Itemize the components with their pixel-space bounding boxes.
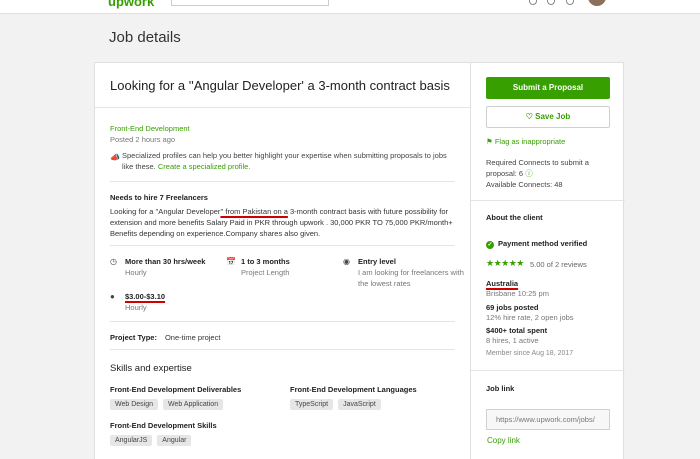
divider [471, 200, 625, 201]
calendar-icon: 📅 [226, 257, 236, 266]
length-title: 1 to 3 months [241, 257, 290, 266]
total-spent: $400+ total spent [486, 326, 548, 335]
divider [110, 321, 455, 322]
heart-icon: ♡ [525, 112, 533, 121]
divider [110, 349, 455, 350]
hourly-rate: ● $3.00-$3.10 Hourly [110, 292, 230, 316]
project-length: 📅 1 to 3 months Project Length [226, 257, 336, 281]
upwork-logo[interactable]: upwork [108, 0, 154, 9]
hours-title: More than 30 hrs/week [125, 257, 206, 266]
job-link-heading: Job link [486, 384, 515, 393]
member-since: Member since Aug 18, 2017 [486, 350, 574, 357]
brain-icon: ◉ [343, 257, 350, 266]
search-input[interactable] [171, 0, 329, 6]
save-job-label: Save Job [535, 112, 571, 121]
hires: 8 hires, 1 active [486, 336, 539, 345]
save-job-button[interactable]: ♡ Save Job [486, 106, 610, 128]
skill-tag[interactable]: AngularJS [110, 435, 153, 446]
experience-level: ◉ Entry level I am looking for freelance… [343, 257, 468, 293]
required-connects: Required Connects to submit a proposal: … [486, 158, 589, 178]
flag-inappropriate-link[interactable]: ⚑ Flag as inappropriate [486, 137, 565, 146]
skill-tag[interactable]: Web Application [163, 399, 224, 410]
payment-verified-label: Payment method verified [498, 239, 588, 248]
rating-stars: ★★★★★ [486, 258, 524, 268]
megaphone-icon: 📣 [110, 153, 120, 162]
jobs-posted: 69 jobs posted [486, 303, 539, 312]
job-main-column: Looking for a ''Angular Developer' a 3-m… [95, 63, 471, 459]
posted-time: Posted 2 hours ago [110, 135, 176, 144]
page-title: Job details [109, 29, 181, 46]
skill-tag[interactable]: TypeScript [290, 399, 334, 410]
divider [471, 370, 625, 371]
flag-label: Flag as inappropriate [494, 137, 566, 146]
project-type: Project Type: One-time project [110, 333, 220, 342]
client-jobs: 69 jobs posted 12% hire rate, 2 open job… [486, 303, 574, 323]
hire-rate: 12% hire rate, 2 open jobs [486, 313, 574, 322]
job-category[interactable]: Front-End Development [110, 124, 190, 133]
project-type-label: Project Type: [110, 333, 157, 342]
level-title: Entry level [358, 257, 396, 266]
rate-sub: Hourly [125, 303, 147, 312]
skill-tag[interactable]: Web Design [110, 399, 159, 410]
client-spend: $400+ total spent 8 hires, 1 active [486, 326, 547, 346]
freelancers-needed: Needs to hire 7 Freelancers [110, 193, 208, 202]
help-icon[interactable] [529, 0, 537, 5]
notifications-icon[interactable] [566, 0, 574, 5]
flag-icon: ⚑ [486, 137, 493, 146]
connects-info: Required Connects to submit a proposal: … [486, 157, 616, 190]
rating-text: 5.00 of 2 reviews [530, 260, 587, 269]
length-sub: Project Length [241, 268, 290, 277]
description-underlined-text: '' from Pakistan on a [220, 207, 288, 216]
available-connects: Available Connects: 48 [486, 180, 563, 189]
divider [95, 107, 470, 108]
check-circle-icon: ✓ [486, 241, 494, 249]
job-details-card: Looking for a ''Angular Developer' a 3-m… [94, 62, 625, 459]
submit-proposal-button[interactable]: Submit a Proposal [486, 77, 610, 99]
skill-group-languages: Front-End Development Languages TypeScri… [290, 385, 417, 410]
project-type-value: One-time project [164, 333, 221, 342]
hours-sub: Hourly [125, 268, 147, 277]
job-sidebar: Submit a Proposal ♡ Save Job ⚑ Flag as i… [471, 63, 625, 459]
job-description: Looking for a ''Angular Developer'' from… [110, 206, 460, 239]
tag-icon: ● [110, 292, 115, 301]
description-text-start: Looking for a ''Angular Developer [110, 207, 221, 216]
clock-icon: ◷ [110, 257, 117, 266]
messages-icon[interactable] [547, 0, 555, 5]
skill-group-skills: Front-End Development Skills AngularJS An… [110, 421, 217, 446]
info-icon[interactable]: ⓘ [525, 169, 533, 178]
divider [110, 181, 455, 182]
divider [110, 245, 455, 246]
create-specialized-profile-link[interactable]: Create a specialized profile. [158, 162, 251, 171]
client-location: Australia Brisbane 10:25 pm [486, 279, 549, 299]
payment-verified: ✓ Payment method verified [486, 239, 587, 249]
user-avatar[interactable] [588, 0, 606, 6]
specialized-text-block: Specialized profiles can help you better… [122, 150, 460, 172]
hours-per-week: ◷ More than 30 hrs/week Hourly [110, 257, 230, 281]
rate-title: $3.00-$3.10 [125, 292, 166, 301]
skill-group-deliverables: Front-End Development Deliverables Web D… [110, 385, 241, 410]
client-country: Australia [486, 279, 519, 288]
skill-tag[interactable]: JavaScript [338, 399, 381, 410]
copy-link-button[interactable]: Copy link [487, 436, 520, 445]
skill-group-title: Front-End Development Skills [110, 421, 217, 430]
job-link-field[interactable]: https://www.upwork.com/jobs/ [486, 409, 610, 430]
skill-tag[interactable]: Angular [157, 435, 192, 446]
job-title: Looking for a ''Angular Developer' a 3-m… [110, 78, 450, 93]
client-city-time: Brisbane 10:25 pm [486, 289, 549, 298]
skills-heading: Skills and expertise [110, 363, 192, 374]
skill-group-title: Front-End Development Deliverables [110, 385, 242, 394]
about-client-heading: About the client [486, 213, 543, 222]
skill-group-title: Front-End Development Languages [290, 385, 417, 394]
level-sub: I am looking for freelancers with the lo… [358, 268, 464, 288]
top-navigation-bar: upwork [0, 0, 700, 14]
